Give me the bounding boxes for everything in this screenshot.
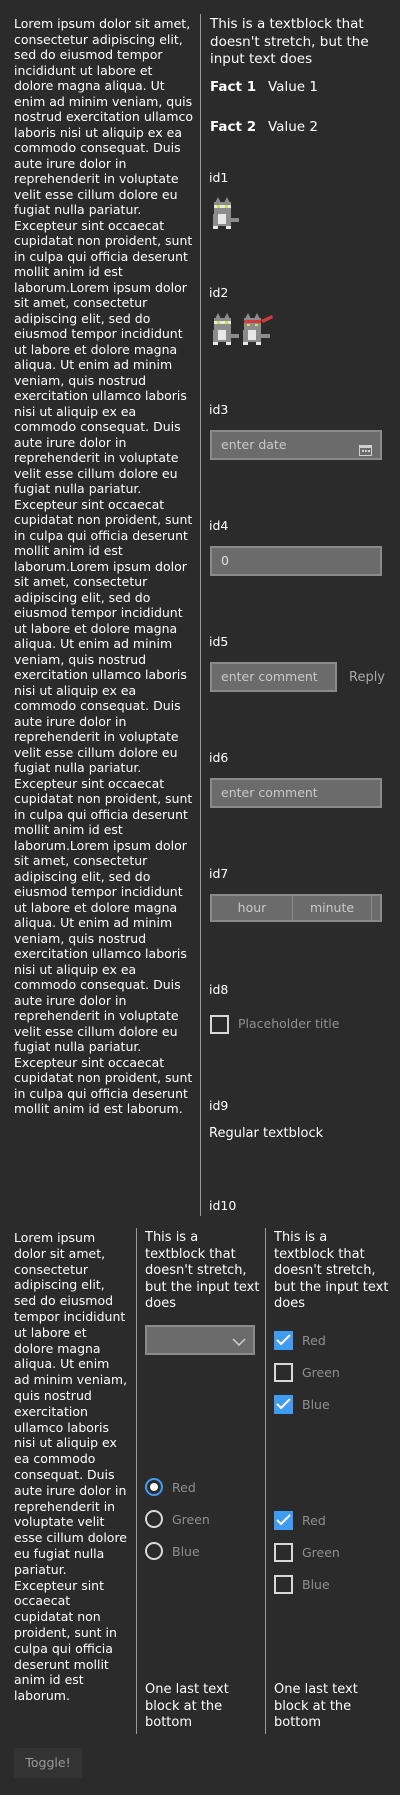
- toggle-checkbox[interactable]: [210, 1015, 229, 1034]
- regular-textblock: Regular textblock: [209, 1126, 324, 1141]
- id5-label: id5: [209, 634, 229, 649]
- number-input[interactable]: 0: [210, 546, 382, 576]
- lorem-text-long: Lorem ipsum dolor sit amet, consectetur …: [14, 16, 194, 1116]
- column-separator: [136, 1228, 137, 1734]
- checkbox-green-2[interactable]: [274, 1543, 293, 1562]
- id3-label: id3: [209, 402, 229, 417]
- fact-2-value: Value 2: [268, 119, 318, 135]
- radio-blue[interactable]: [145, 1542, 163, 1560]
- lorem-text-short: Lorem ipsum dolor sit amet, consectetur …: [14, 1230, 128, 1704]
- checkbox-green-2-label: Green: [302, 1545, 340, 1560]
- id2-label: id2: [209, 285, 229, 300]
- checkmark-icon: [276, 1398, 291, 1410]
- checkbox-green[interactable]: [274, 1363, 293, 1382]
- checkmark-icon: [276, 1514, 291, 1526]
- minute-segment[interactable]: minute: [293, 896, 371, 920]
- ninja-cat-headband-icon: [239, 312, 275, 350]
- number-value: 0: [221, 553, 229, 568]
- fact-1-value: Value 1: [268, 79, 318, 95]
- checkbox-blue-2-label: Blue: [302, 1577, 330, 1592]
- reply-button[interactable]: Reply: [349, 670, 385, 686]
- comment-placeholder: enter comment: [221, 669, 318, 684]
- ninja-cat-icon: [209, 196, 243, 234]
- fact-1-key: Fact 1: [210, 79, 257, 95]
- column-separator: [265, 1228, 266, 1734]
- id10-label: id10: [209, 1198, 237, 1213]
- toggle-button[interactable]: Toggle!: [14, 1748, 82, 1778]
- ninja-cat-icon: [209, 312, 243, 350]
- radio-red-label: Red: [172, 1480, 196, 1495]
- calendar-icon: [359, 439, 372, 465]
- checkbox-blue-2[interactable]: [274, 1575, 293, 1594]
- id9-label: id9: [209, 1098, 229, 1113]
- radio-blue-label: Blue: [172, 1544, 200, 1559]
- checkbox-red-label: Red: [302, 1333, 326, 1348]
- id4-label: id4: [209, 518, 229, 533]
- right-note: This is a textblock that doesn't stretch…: [274, 1230, 389, 1311]
- right-last-text: One last text block at the bottom: [274, 1682, 358, 1730]
- comment-placeholder-2: enter comment: [221, 785, 318, 800]
- comment-input-2[interactable]: enter comment: [210, 778, 382, 808]
- comment-input[interactable]: enter comment: [210, 662, 337, 692]
- checkbox-red-2-label: Red: [302, 1513, 326, 1528]
- hour-segment[interactable]: hour: [212, 896, 292, 920]
- radio-green[interactable]: [145, 1510, 163, 1528]
- toggle-title: Placeholder title: [238, 1016, 340, 1031]
- checkbox-blue-label: Blue: [302, 1397, 330, 1412]
- date-placeholder: enter date: [221, 437, 287, 452]
- checkmark-icon: [276, 1334, 291, 1346]
- id6-label: id6: [209, 750, 229, 765]
- column-separator: [200, 14, 201, 1216]
- radio-red[interactable]: [145, 1478, 163, 1496]
- checkbox-blue[interactable]: [274, 1395, 293, 1414]
- id7-label: id7: [209, 866, 229, 881]
- fact-2-key: Fact 2: [210, 119, 257, 135]
- stretch-note: This is a textblock that doesn't stretch…: [210, 16, 369, 67]
- checkbox-green-label: Green: [302, 1365, 340, 1380]
- id8-label: id8: [209, 982, 229, 997]
- checkbox-red-2[interactable]: [274, 1511, 293, 1530]
- segment-divider: [371, 896, 372, 920]
- id1-label: id1: [209, 170, 229, 185]
- mid-last-text: One last text block at the bottom: [145, 1682, 229, 1730]
- color-combobox[interactable]: [145, 1325, 255, 1355]
- checkbox-red[interactable]: [274, 1331, 293, 1350]
- mid-note: This is a textblock that doesn't stretch…: [145, 1230, 260, 1311]
- time-picker[interactable]: hour minute: [210, 894, 382, 922]
- chevron-down-icon: [232, 1335, 246, 1351]
- radio-green-label: Green: [172, 1512, 210, 1527]
- date-input[interactable]: enter date: [210, 430, 382, 460]
